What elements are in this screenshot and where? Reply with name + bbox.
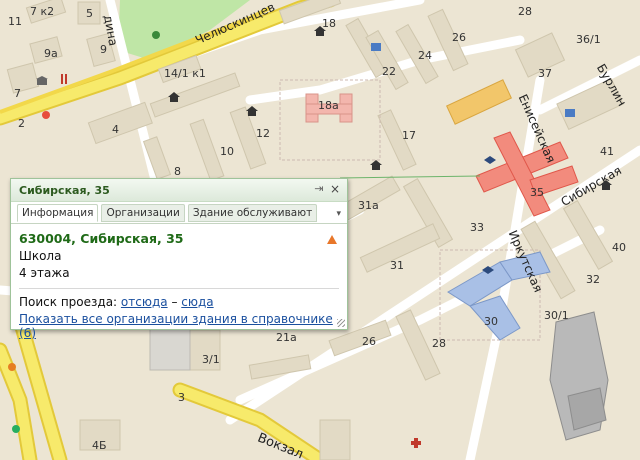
map-canvas[interactable]: дина Челюскинцев Енисейская Сибирская Ир… <box>0 0 640 460</box>
route-dash: – <box>171 295 178 309</box>
show-all-row: Показать все организации здания в справо… <box>19 312 339 340</box>
warning-icon[interactable] <box>327 235 337 244</box>
close-icon[interactable]: × <box>329 183 341 195</box>
house-number: 11 <box>8 15 22 28</box>
house-number: 40 <box>612 241 626 254</box>
show-all-organizations-link[interactable]: Показать все организации здания в справо… <box>19 312 333 340</box>
house-number: 7 <box>14 87 21 100</box>
house-number: 31а <box>358 199 379 212</box>
library-icon[interactable] <box>564 108 576 118</box>
house-number: 37 <box>538 67 552 80</box>
school-icon[interactable] <box>484 156 496 166</box>
house-number: 9а <box>44 47 58 60</box>
house-number: 24 <box>418 49 432 62</box>
tab-building-servicers[interactable]: Здание обслуживают <box>187 204 318 222</box>
house-number: 3/1 <box>202 353 220 366</box>
route-from-link[interactable]: отсюда <box>121 295 168 309</box>
house-number: 17 <box>402 129 416 142</box>
house-number: 5 <box>86 7 93 20</box>
house-number: 8 <box>174 165 181 178</box>
building-floors: 4 этажа <box>19 266 70 280</box>
popup-divider <box>19 288 339 289</box>
popup-title: Сибирская, 35 <box>19 184 110 197</box>
building-address: 630004, Сибирская, 35 <box>19 231 184 246</box>
house-icon <box>246 106 258 116</box>
popup-header: Сибирская, 35 ⇥ × <box>11 179 347 202</box>
pin-icon[interactable]: ⇥ <box>313 183 325 195</box>
building-info-popup[interactable]: Сибирская, 35 ⇥ × Информация Организации… <box>10 178 348 340</box>
house-number: 22 <box>382 65 396 78</box>
house-number: 4 <box>112 123 119 136</box>
pharmacy-icon[interactable] <box>10 424 22 434</box>
house-number: 35 <box>530 186 544 199</box>
house-number: 18а <box>318 99 339 112</box>
popup-tabs: Информация Организации Здание обслуживаю… <box>17 204 320 222</box>
house-number: 41 <box>600 145 614 158</box>
house-number: 12 <box>256 127 270 140</box>
cafe-icon[interactable] <box>58 74 70 84</box>
house-number: 36/1 <box>576 33 601 46</box>
resize-grip[interactable] <box>337 319 345 327</box>
building-type: Школа <box>19 249 62 263</box>
house-number: 26 <box>362 335 376 348</box>
house-number: 14/1 к1 <box>164 67 206 80</box>
route-to-link[interactable]: сюда <box>181 295 213 309</box>
house-number: 7 к2 <box>30 5 55 18</box>
cafe-icon[interactable] <box>6 362 18 372</box>
hospital-icon[interactable] <box>410 438 422 448</box>
house-number: 3 <box>178 391 185 404</box>
park-icon[interactable] <box>150 30 162 40</box>
popup-body: 630004, Сибирская, 35 Школа 4 этажа Поис… <box>11 223 347 340</box>
house-icon <box>600 180 612 190</box>
house-number: 9 <box>100 43 107 56</box>
tab-information[interactable]: Информация <box>17 204 99 222</box>
tabs-dropdown-icon[interactable]: ▾ <box>336 209 341 219</box>
house-number: 30 <box>484 315 498 328</box>
house-number: 4Б <box>92 439 107 452</box>
house-number: 26 <box>452 31 466 44</box>
house-number: 31 <box>390 259 404 272</box>
tab-organizations[interactable]: Организации <box>101 204 185 222</box>
house-number: 30/1 <box>544 309 569 322</box>
house-icon <box>370 160 382 170</box>
bank-icon[interactable] <box>36 76 48 86</box>
house-number: 10 <box>220 145 234 158</box>
house-number: 28 <box>518 5 532 18</box>
shop-icon[interactable] <box>40 110 52 120</box>
house-number: 28 <box>432 337 446 350</box>
house-number: 32 <box>586 273 600 286</box>
route-search-row: Поиск проезда: отсюда – сюда <box>19 295 339 309</box>
library-icon[interactable] <box>370 42 382 52</box>
house-icon <box>314 26 326 36</box>
house-number: 2 <box>18 117 25 130</box>
school-icon[interactable] <box>482 266 494 276</box>
route-search-label: Поиск проезда: <box>19 295 118 309</box>
house-number: 33 <box>470 221 484 234</box>
house-icon <box>168 92 180 102</box>
